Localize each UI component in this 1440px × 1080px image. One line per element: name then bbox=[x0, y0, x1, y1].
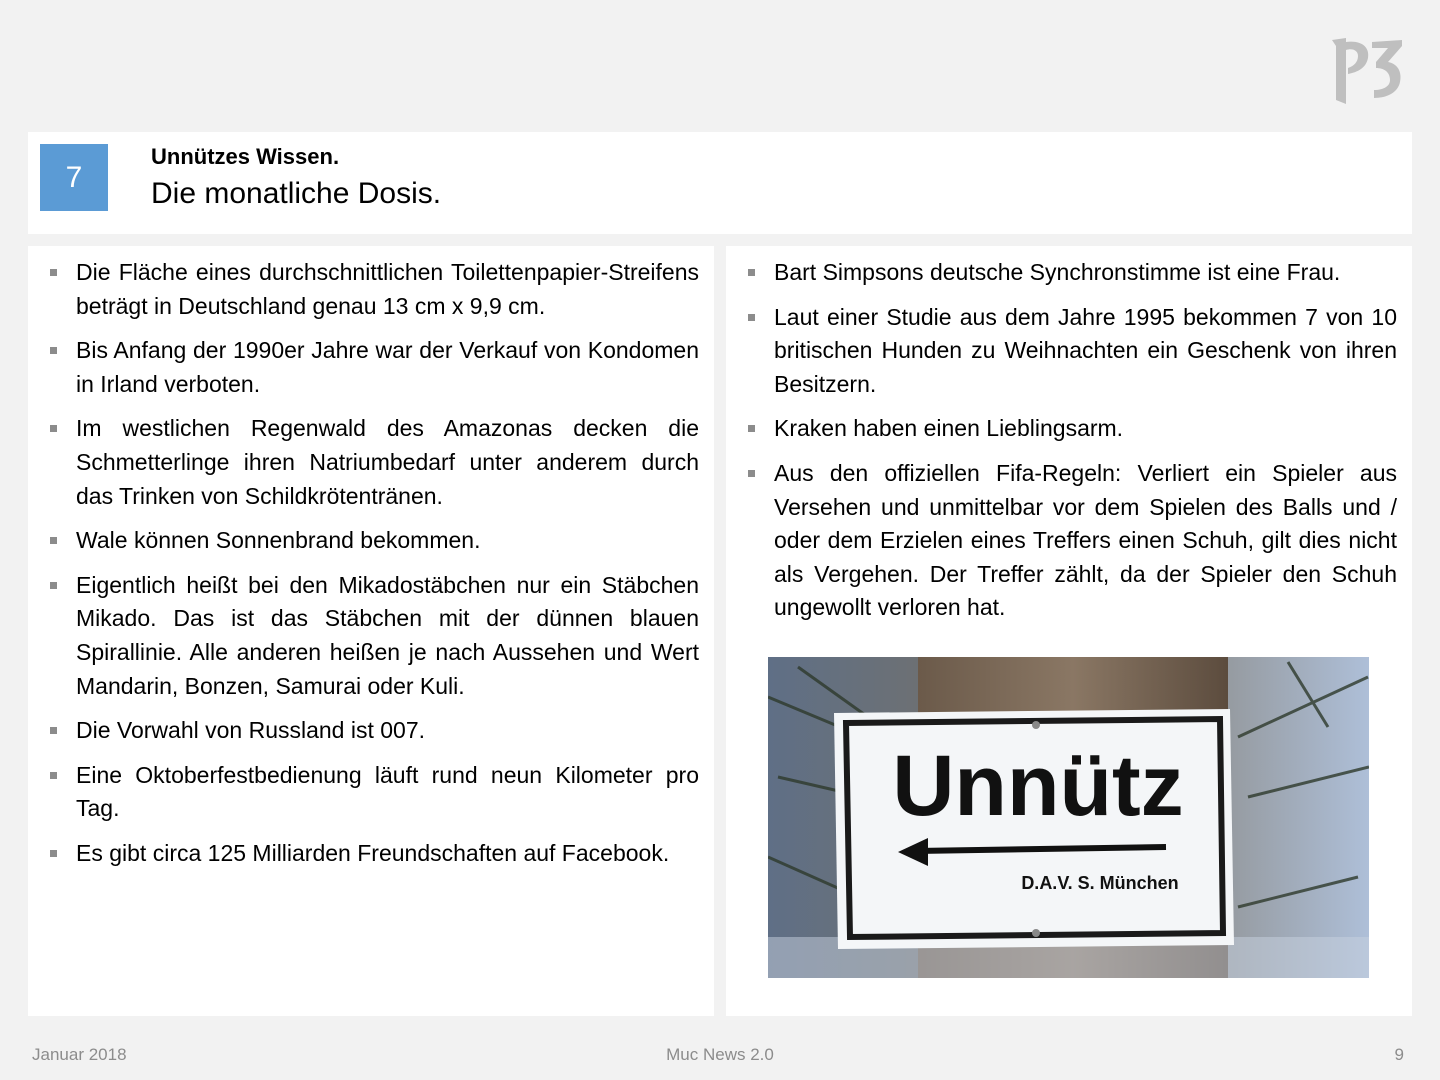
bullet-square-icon bbox=[50, 727, 57, 735]
bullet-square-icon bbox=[50, 581, 57, 589]
list-item: Eine Oktoberfestbedienung läuft rund neu… bbox=[48, 759, 699, 826]
section-number-badge: 7 bbox=[40, 144, 108, 211]
list-item: Aus den offiziellen Fifa-Regeln: Verlier… bbox=[746, 457, 1397, 625]
list-item: Bis Anfang der 1990er Jahre war der Verk… bbox=[48, 334, 699, 401]
list-item: Laut einer Studie aus dem Jahre 1995 bek… bbox=[746, 301, 1397, 402]
list-item: Wale können Sonnenbrand bekommen. bbox=[48, 524, 699, 558]
sign-small-text: D.A.V. S. München bbox=[1021, 873, 1178, 893]
unnuetz-sign-photo: Unnütz D.A.V. S. München bbox=[768, 657, 1369, 978]
list-item: Bart Simpsons deutsche Synchronstimme is… bbox=[746, 256, 1397, 290]
fact-text: Im westlichen Regenwald des Amazonas dec… bbox=[76, 415, 699, 509]
fact-text: Wale können Sonnenbrand bekommen. bbox=[76, 527, 481, 554]
bullet-square-icon bbox=[50, 771, 57, 779]
bullet-square-icon bbox=[748, 469, 755, 477]
bullet-square-icon bbox=[50, 849, 57, 857]
fact-text: Eine Oktoberfestbedienung läuft rund neu… bbox=[76, 761, 699, 822]
right-facts-panel: Bart Simpsons deutsche Synchronstimme is… bbox=[726, 246, 1412, 1016]
fact-text: Kraken haben einen Lieblingsarm. bbox=[774, 415, 1124, 442]
list-item: Die Vorwahl von Russland ist 007. bbox=[48, 714, 699, 748]
slide-kicker: Unnützes Wissen. bbox=[151, 144, 340, 169]
slide-header: 7 Unnützes Wissen. Die monatliche Dosis. bbox=[28, 132, 1412, 234]
fact-text: Eigentlich heißt bei den Mikadostäbchen … bbox=[76, 571, 699, 699]
footer-title: Muc News 2.0 bbox=[666, 1045, 774, 1064]
bullet-square-icon bbox=[50, 269, 57, 276]
list-item: Eigentlich heißt bei den Mikadostäbchen … bbox=[48, 569, 699, 703]
left-facts-list: Die Fläche eines durchschnittlichen Toil… bbox=[48, 256, 699, 882]
bullet-square-icon bbox=[748, 269, 755, 276]
bullet-square-icon bbox=[50, 425, 57, 433]
bullet-square-icon bbox=[50, 537, 57, 545]
fact-text: Bis Anfang der 1990er Jahre war der Verk… bbox=[76, 337, 699, 397]
left-facts-panel: Die Fläche eines durchschnittlichen Toil… bbox=[28, 246, 714, 1016]
bullet-square-icon bbox=[50, 347, 57, 355]
page-number: 9 bbox=[1394, 1045, 1404, 1064]
list-item: Kraken haben einen Lieblingsarm. bbox=[746, 412, 1397, 446]
fact-text: Die Vorwahl von Russland ist 007. bbox=[76, 717, 426, 744]
p3-logo-icon bbox=[1332, 38, 1402, 104]
list-item: Es gibt circa 125 Milliarden Freundschaf… bbox=[48, 837, 699, 871]
slide-title: Die monatliche Dosis. bbox=[151, 177, 442, 210]
fact-text: Laut einer Studie aus dem Jahre 1995 bek… bbox=[774, 303, 1397, 397]
bullet-square-icon bbox=[748, 425, 755, 433]
bullet-square-icon bbox=[748, 313, 755, 321]
list-item: Die Fläche eines durchschnittlichen Toil… bbox=[48, 256, 699, 323]
fact-text: Bart Simpsons deutsche Synchronstimme is… bbox=[774, 259, 1341, 285]
fact-text: Die Fläche eines durchschnittlichen Toil… bbox=[76, 259, 699, 319]
fact-text: Es gibt circa 125 Milliarden Freundschaf… bbox=[76, 839, 670, 866]
fact-text: Aus den offiziellen Fifa-Regeln: Verlier… bbox=[774, 459, 1397, 621]
list-item: Im westlichen Regenwald des Amazonas dec… bbox=[48, 412, 699, 513]
sign-word: Unnütz bbox=[892, 738, 1183, 834]
right-facts-list: Bart Simpsons deutsche Synchronstimme is… bbox=[746, 256, 1397, 636]
